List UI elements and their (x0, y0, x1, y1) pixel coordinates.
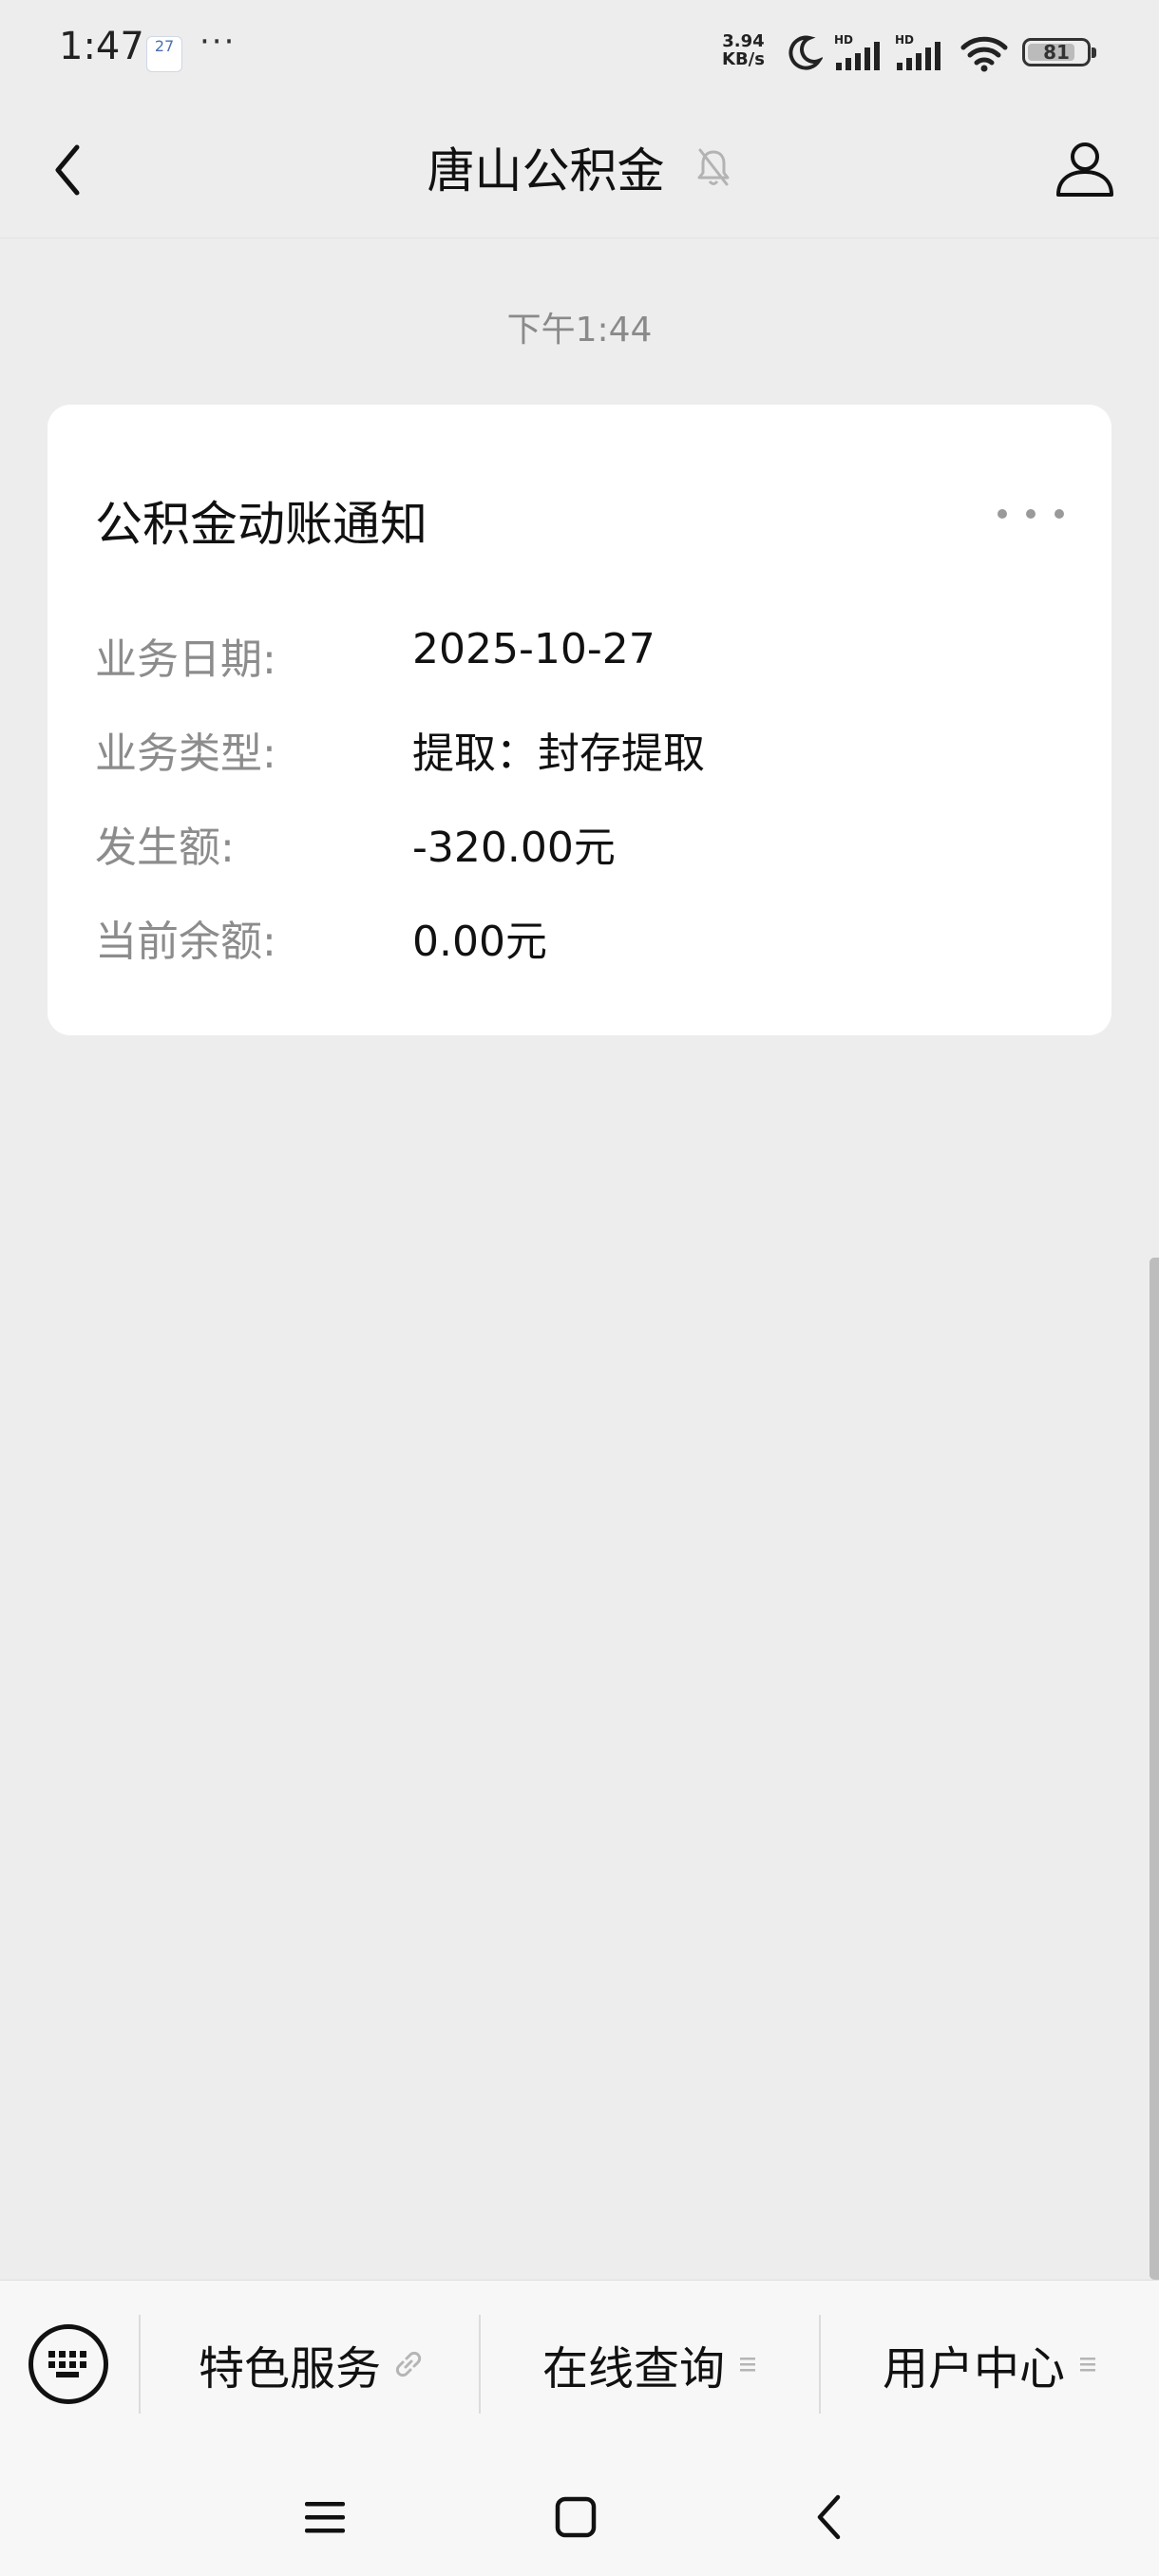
keyboard-icon (48, 2351, 86, 2377)
page-title: 唐山公积金 (427, 143, 665, 199)
menu-item-label: 特色服务 (198, 2342, 381, 2396)
more-dot-icon (1054, 509, 1064, 519)
battery-tip (1092, 47, 1096, 58)
message-timestamp: 下午1:44 (506, 311, 653, 350)
nav-bar: 唐山公积金 (0, 104, 1159, 237)
signal-2-hd-label: HD (895, 34, 914, 47)
nav-divider (0, 237, 1159, 238)
menu-lines-icon (740, 2358, 755, 2372)
calendar-notification-icon: 27 (146, 36, 182, 72)
bottom-menu: 特色服务 在线查询 用户中心 (0, 2280, 1159, 2444)
more-notifications-icon: ··· (200, 23, 237, 61)
notice-row-value: 0.00元 (412, 918, 547, 966)
battery-icon: 81 (1022, 38, 1096, 66)
signal-1-hd-label: HD (834, 34, 853, 47)
battery-percent: 81 (1043, 41, 1070, 64)
more-dot-icon (1026, 509, 1036, 519)
system-recents-button[interactable] (287, 2479, 363, 2555)
wifi-icon (960, 36, 1008, 72)
link-icon (395, 2351, 422, 2377)
menu-item-label: 在线查询 (542, 2342, 725, 2396)
notice-row-label: 发生额: (95, 824, 235, 872)
recents-menu-icon (305, 2502, 345, 2533)
menu-lines-icon (1080, 2358, 1095, 2372)
nav-title-wrap: 唐山公积金 (0, 133, 1159, 201)
system-back-button[interactable] (790, 2479, 866, 2555)
menu-item-online-query[interactable]: 在线查询 (483, 2330, 819, 2398)
system-home-button[interactable] (538, 2479, 614, 2555)
menu-separator (819, 2315, 821, 2414)
cellular-signal-2-icon: HD (895, 34, 940, 70)
menu-item-label: 用户中心 (882, 2342, 1065, 2396)
official-account-profile-button[interactable] (1049, 133, 1121, 205)
cellular-signal-1-icon: HD (834, 34, 880, 70)
person-icon (1056, 142, 1113, 197)
muted-bell-icon (697, 148, 730, 186)
notice-row-value: 提取：封存提取 (412, 729, 705, 778)
notice-row-label: 当前余额: (95, 918, 276, 966)
notice-row-label: 业务类型: (95, 729, 276, 778)
menu-item-special-services[interactable]: 特色服务 (142, 2330, 479, 2398)
notice-card[interactable]: 公积金动账通知 业务日期: 2025-10-27 业务类型: 提取：封存提取 发… (48, 405, 1112, 1035)
network-speed-value: 3.94 (722, 31, 765, 51)
notice-row-label: 业务日期: (95, 635, 276, 684)
network-speed-unit: KB/s (722, 49, 765, 69)
network-speed: 3.94 KB/s (722, 32, 765, 68)
notice-row-value: -320.00元 (412, 824, 616, 872)
status-bar: 1:47 27 ··· 3.94 KB/s HD HD 81 (0, 0, 1159, 104)
notice-card-title: 公积金动账通知 (95, 497, 428, 552)
scroll-indicator[interactable] (1150, 1258, 1159, 2280)
back-arrow-icon (817, 2494, 841, 2540)
menu-separator (139, 2315, 141, 2414)
keyboard-toggle-button[interactable] (28, 2324, 108, 2404)
notice-row-value: 2025-10-27 (412, 625, 656, 673)
system-navigation-bar (0, 2443, 1159, 2576)
menu-separator (479, 2315, 481, 2414)
more-options-button[interactable] (998, 500, 1064, 528)
more-dot-icon (998, 509, 1007, 519)
menu-item-user-center[interactable]: 用户中心 (823, 2330, 1159, 2398)
home-square-icon (555, 2496, 597, 2538)
status-time: 1:47 (59, 25, 144, 68)
do-not-disturb-moon-icon (788, 35, 823, 70)
